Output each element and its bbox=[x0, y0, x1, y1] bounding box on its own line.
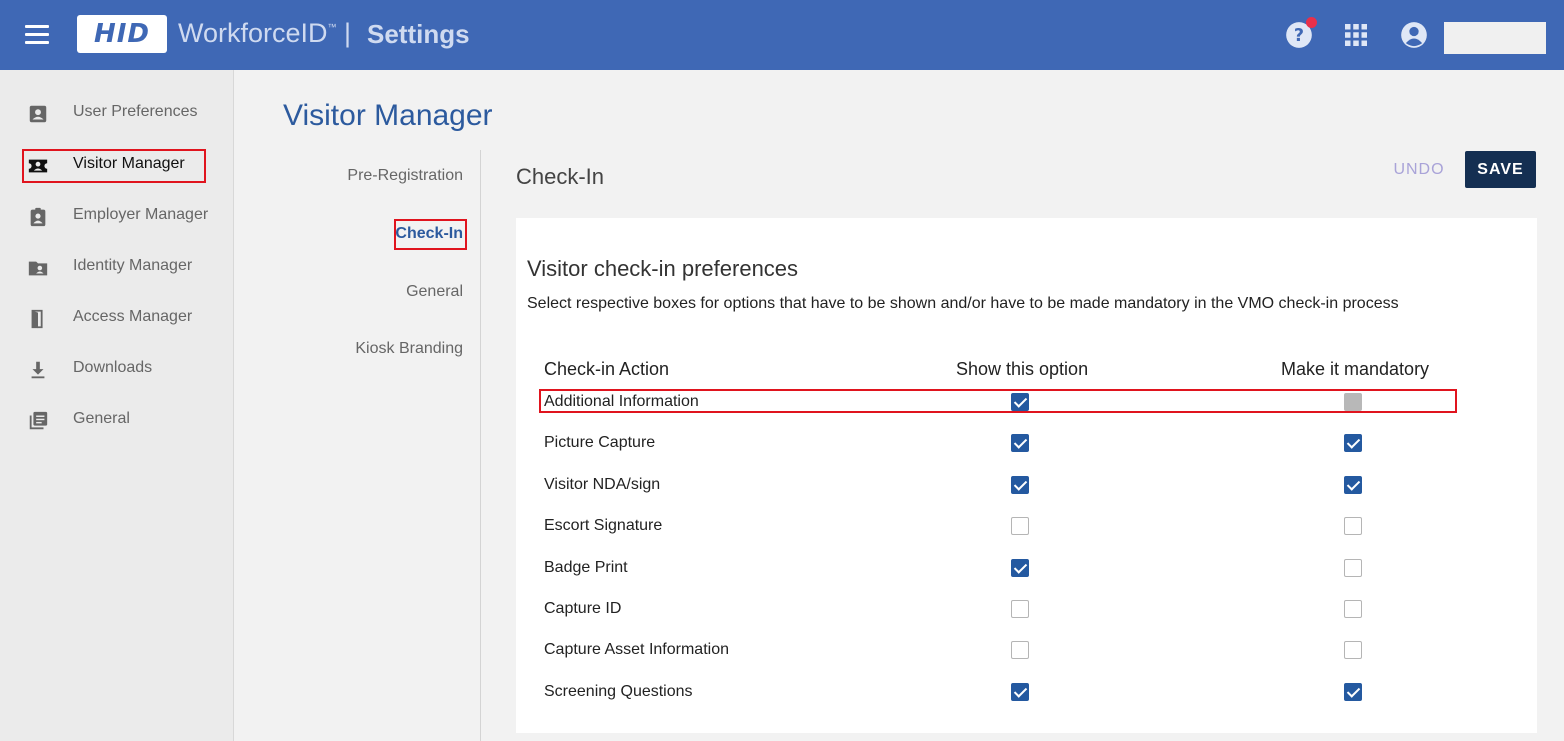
content-title: Check-In bbox=[516, 164, 605, 189]
highlight-check-in bbox=[394, 219, 467, 250]
card-title: Visitor check-in preferences bbox=[527, 256, 799, 281]
mandatory-checkbox[interactable] bbox=[1344, 434, 1362, 453]
mandatory-checkbox bbox=[1344, 393, 1362, 411]
mandatory-checkbox[interactable] bbox=[1344, 558, 1362, 577]
clipboard-user-icon bbox=[30, 207, 46, 227]
sidebar-item-user-preferences[interactable]: User Preferences bbox=[0, 95, 233, 131]
subnav-pre-registration[interactable]: Pre-Registration bbox=[347, 167, 463, 185]
show-checkbox[interactable] bbox=[1011, 558, 1029, 577]
column-header-mandatory: Make it mandatory bbox=[1281, 359, 1430, 379]
hid-logo: HID bbox=[77, 15, 167, 53]
row-label: Visitor NDA/sign bbox=[544, 475, 661, 493]
sidebar-item-label: Downloads bbox=[73, 359, 153, 376]
show-checkbox[interactable] bbox=[1011, 517, 1029, 536]
mandatory-checkbox[interactable] bbox=[1344, 682, 1362, 701]
save-button[interactable]: SAVE bbox=[1465, 151, 1536, 188]
mandatory-checkbox[interactable] bbox=[1344, 475, 1362, 494]
highlight-visitor-manager bbox=[22, 149, 206, 183]
section-title: Settings bbox=[367, 19, 470, 49]
show-checkbox[interactable] bbox=[1011, 475, 1029, 494]
svg-text:?: ? bbox=[1294, 26, 1304, 46]
notification-dot bbox=[1306, 17, 1317, 28]
sidebar-item-identity-manager[interactable]: Identity Manager bbox=[0, 249, 233, 285]
product-name: WorkforceID™ bbox=[178, 18, 337, 49]
sidebar-item-general[interactable]: General bbox=[0, 402, 233, 438]
sidebar-item-access-manager[interactable]: Access Manager bbox=[0, 300, 233, 336]
door-icon bbox=[31, 309, 43, 329]
row-label: Picture Capture bbox=[544, 434, 656, 452]
account-box-icon bbox=[29, 105, 47, 123]
product-name-text: WorkforceID bbox=[178, 18, 328, 48]
sidebar-item-label: Access Manager bbox=[73, 308, 193, 325]
logo-text: HID bbox=[93, 19, 150, 49]
row-label: Screening Questions bbox=[544, 682, 693, 700]
mandatory-checkbox[interactable] bbox=[1344, 517, 1362, 536]
show-checkbox[interactable] bbox=[1011, 682, 1029, 701]
sidebar-item-label: General bbox=[73, 410, 130, 427]
undo-button[interactable]: UNDO bbox=[1386, 152, 1452, 188]
mandatory-checkbox[interactable] bbox=[1344, 600, 1362, 618]
sidebar-item-label: Employer Manager bbox=[73, 206, 209, 223]
show-checkbox[interactable] bbox=[1011, 393, 1029, 411]
show-checkbox[interactable] bbox=[1011, 600, 1029, 618]
sidebar-item-employer-manager[interactable]: Employer Manager bbox=[0, 198, 233, 234]
show-checkbox[interactable] bbox=[1011, 434, 1029, 453]
download-icon bbox=[31, 361, 45, 379]
top-bar: HID WorkforceID™ | Settings ? bbox=[0, 0, 1564, 70]
folder-user-icon bbox=[28, 261, 48, 276]
user-name-box[interactable] bbox=[1444, 22, 1546, 54]
row-label: Additional Information bbox=[544, 393, 699, 410]
column-header-show: Show this option bbox=[956, 359, 1089, 379]
subnav-general[interactable]: General bbox=[406, 283, 463, 301]
mandatory-checkbox[interactable] bbox=[1344, 641, 1362, 660]
apps-grid-icon[interactable] bbox=[1344, 23, 1368, 47]
account-circle-icon[interactable] bbox=[1400, 21, 1428, 49]
row-label: Badge Print bbox=[544, 558, 628, 576]
row-label: Capture ID bbox=[544, 600, 622, 617]
menu-icon[interactable] bbox=[25, 25, 49, 45]
row-label: Capture Asset Information bbox=[544, 641, 729, 659]
column-header-action: Check-in Action bbox=[544, 359, 670, 379]
title-separator: | bbox=[344, 18, 352, 48]
show-checkbox[interactable] bbox=[1011, 641, 1029, 660]
preferences-card: Visitor check-in preferences Select resp… bbox=[516, 218, 1537, 733]
subnav-kiosk-branding[interactable]: Kiosk Branding bbox=[355, 340, 463, 358]
sidebar-item-downloads[interactable]: Downloads bbox=[0, 351, 233, 387]
sidebar-item-label: Identity Manager bbox=[73, 257, 193, 274]
card-description: Select respective boxes for options that… bbox=[527, 295, 1399, 312]
trademark: ™ bbox=[327, 22, 337, 32]
page-title: Visitor Manager bbox=[283, 99, 493, 132]
sidebar-item-label: User Preferences bbox=[73, 103, 198, 120]
row-label: Escort Signature bbox=[544, 517, 663, 535]
library-icon bbox=[29, 411, 48, 430]
